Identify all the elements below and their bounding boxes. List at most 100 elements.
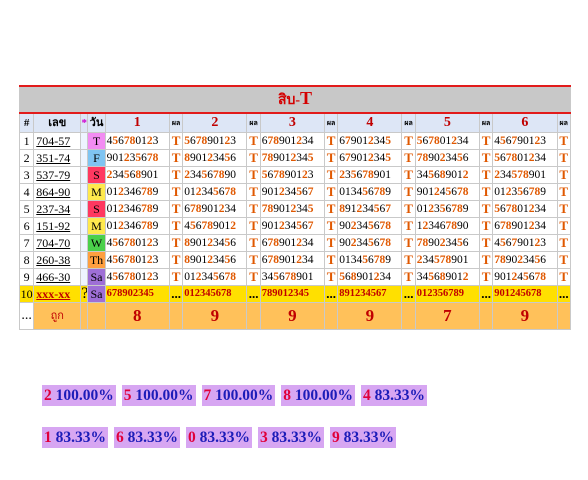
row-sequence: 456780123 (104, 268, 170, 286)
stat-percent: 83.33% (343, 429, 394, 446)
stat-digit: 4 (363, 387, 371, 404)
row-result: T (323, 149, 339, 167)
stat-percent: 100.00% (55, 387, 114, 404)
results-table: สิบ-T # เลข * วัน 1 ผล 2 ผล 3 ผล 4 ผล 5 ผล 6ผ… (18, 85, 572, 330)
row-result: T (246, 166, 261, 184)
row-star (80, 132, 89, 150)
title-mark: T (300, 88, 313, 108)
row-sequence: 012346789 (104, 200, 170, 218)
row-result: T (246, 234, 261, 252)
row-sequence: 901245678 (414, 183, 481, 201)
stat-percent: 83.33% (55, 429, 106, 446)
row-star (80, 251, 89, 269)
row-sequence: 568901234 (337, 268, 403, 286)
summary-spacer (80, 302, 89, 330)
row-sequence: 456790123 (492, 132, 558, 150)
row-result: ... (246, 285, 261, 303)
row-sequence: 456780123 (104, 234, 170, 252)
row-star (80, 166, 89, 184)
row-result: T (246, 183, 261, 201)
stat-badge: 6 83.33% (114, 427, 180, 448)
header-digit-1: 1 (104, 112, 170, 133)
row-sequence: 567801234 (414, 132, 481, 150)
row-result: T (323, 217, 339, 235)
row-sequence: 123467890 (414, 217, 481, 235)
row-sequence: 901234567 (259, 183, 325, 201)
row-code[interactable]: 864-90 (33, 183, 82, 201)
stat-badge: 3 83.33% (258, 427, 324, 448)
row-sequence: 789023456 (414, 149, 481, 167)
row-code[interactable]: 704-57 (33, 132, 82, 150)
row-result: T (168, 183, 184, 201)
row-number: 7 (18, 234, 35, 252)
summary-spacer (556, 302, 572, 330)
stat-badge: 7 100.00% (201, 385, 276, 406)
stat-digit: 3 (260, 429, 268, 446)
row-result: T (323, 234, 339, 252)
row-result: T (401, 217, 416, 235)
row-sequence: 013456789 (337, 183, 403, 201)
row-number: 8 (18, 251, 35, 269)
table-row: 1 704-57 T 456780123 T 567890123 T 678901234 T 67… (18, 132, 572, 150)
table-row: 5 237-34 S 012346789 T 678901234 T 789012345 T 89… (18, 200, 572, 218)
row-code[interactable]: 151-92 (33, 217, 82, 235)
row-code[interactable]: 260-38 (33, 251, 82, 269)
row-sequence: 012345678 (182, 268, 248, 286)
summary-count-5: 7 (414, 302, 481, 330)
row-sequence: 901245678 (492, 268, 558, 286)
row-sequence: 902345678 (337, 234, 403, 252)
row-star (80, 268, 89, 286)
row-day-badge: T (87, 132, 106, 150)
row-code[interactable]: 537-79 (33, 166, 82, 184)
row-result: T (401, 251, 416, 269)
row-code[interactable]: 466-30 (33, 268, 82, 286)
row-sequence: 679012345 (337, 132, 403, 150)
stat-percent: 100.00% (215, 387, 274, 404)
row-sequence: 678902345 (104, 285, 170, 303)
row-result: T (556, 234, 572, 252)
row-result: T (556, 166, 572, 184)
row-star (80, 200, 89, 218)
row-sequence: 012356789 (492, 183, 558, 201)
summary-count-3: 9 (259, 302, 325, 330)
row-star (80, 149, 89, 167)
row-sequence: 678901234 (182, 200, 248, 218)
stat-percent: 83.33% (127, 429, 178, 446)
row-code[interactable]: 704-70 (33, 234, 82, 252)
row-result: T (168, 251, 184, 269)
row-day-badge: S (87, 166, 106, 184)
row-result: T (401, 268, 416, 286)
row-sequence: 891234567 (337, 285, 403, 303)
row-result: T (246, 149, 261, 167)
row-result: T (556, 251, 572, 269)
row-sequence: 567801234 (492, 200, 558, 218)
row-result: T (168, 149, 184, 167)
header-star: * (80, 112, 89, 133)
row-sequence: 678901234 (259, 132, 325, 150)
summary-count-2: 9 (182, 302, 248, 330)
row-result: ... (478, 285, 494, 303)
row-sequence: 345678901 (259, 268, 325, 286)
row-result: T (168, 166, 184, 184)
row-result: T (478, 234, 494, 252)
row-sequence: 234568901 (104, 166, 170, 184)
row-result: T (323, 268, 339, 286)
row-day-badge: M (87, 217, 106, 235)
row-code[interactable]: xxx-xx (33, 285, 82, 303)
row-code[interactable]: 351-74 (33, 149, 82, 167)
summary-spacer (323, 302, 339, 330)
stat-digit: 7 (203, 387, 212, 404)
summary-spacer (401, 302, 416, 330)
row-result: T (478, 183, 494, 201)
row-result: T (323, 132, 339, 150)
row-number: 5 (18, 200, 35, 218)
row-result: T (478, 251, 494, 269)
row-star (80, 217, 89, 235)
row-code[interactable]: 237-34 (33, 200, 82, 218)
row-number: 3 (18, 166, 35, 184)
row-sequence: 890123456 (182, 251, 248, 269)
summary-spacer (168, 302, 184, 330)
stat-percent: 100.00% (294, 387, 353, 404)
row-day-badge: Th (87, 251, 106, 269)
row-sequence: 234578901 (414, 251, 481, 269)
